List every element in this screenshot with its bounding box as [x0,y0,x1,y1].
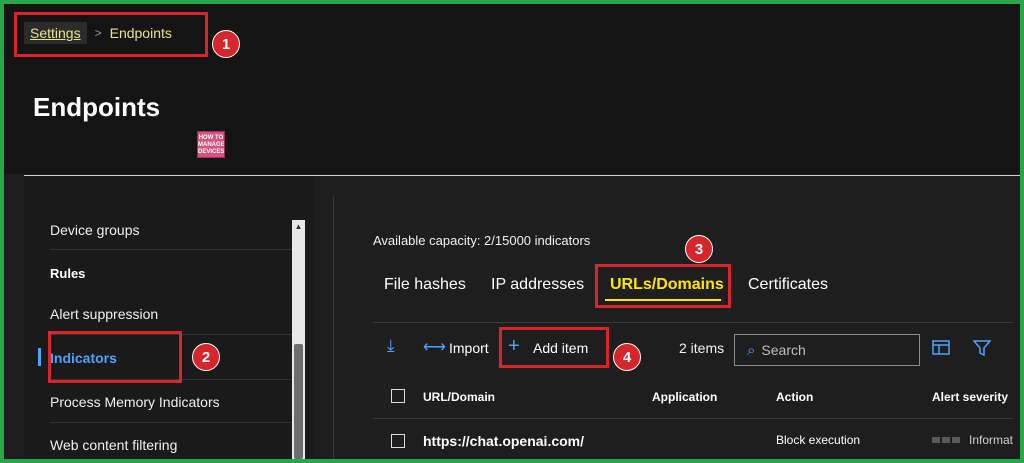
filter-icon[interactable] [973,340,991,356]
column-header-application[interactable]: Application [652,390,717,404]
annotation-badge-3: 3 [685,235,713,263]
items-count: 2 items [679,340,725,356]
column-header-url-domain[interactable]: URL/Domain [423,390,495,404]
search-input[interactable]: ⌕ Search [734,334,920,366]
tab-file-hashes[interactable]: File hashes [384,276,466,294]
tab-certificates[interactable]: Certificates [748,276,828,294]
active-indicator [38,348,41,366]
tab-ip-addresses[interactable]: IP addresses [491,276,584,294]
import-icon[interactable]: ⟷ [423,337,446,357]
callout-urls-domains [595,264,731,308]
cell-severity: Informat [969,433,1014,447]
panel-divider [333,196,334,459]
select-all-checkbox[interactable] [391,389,405,403]
capacity-text: Available capacity: 2/15000 indicators [373,233,591,248]
divider [373,418,1013,419]
search-icon: ⌕ [747,341,756,359]
divider [50,422,296,423]
row-checkbox[interactable] [391,434,405,448]
cell-action: Block execution [776,433,861,447]
sidebar-item-process-memory-indicators[interactable]: Process Memory Indicators [50,394,300,410]
callout-breadcrumb [14,12,208,57]
sidebar-scrollbar[interactable]: ▲ [292,220,305,459]
sidebar-section-rules: Rules [50,266,86,281]
callout-add-item [499,327,609,368]
sidebar-item-alert-suppression[interactable]: Alert suppression [50,306,300,322]
scroll-thumb[interactable] [294,344,303,459]
column-header-alert-severity[interactable]: Alert severity [932,390,1008,404]
divider [50,249,296,250]
severity-indicator-icon [932,437,960,443]
brand-logo: HOW TO MANAGE DEVICES [197,131,225,158]
column-header-action[interactable]: Action [776,390,813,404]
sidebar-item-device-groups[interactable]: Device groups [50,222,300,238]
annotation-badge-1: 1 [212,30,240,58]
annotation-badge-2: 2 [192,343,220,371]
customize-columns-icon[interactable] [932,340,950,356]
scroll-up-icon[interactable]: ▲ [292,220,305,234]
divider [373,322,1013,323]
sidebar: Device groups Rules Alert suppression In… [24,176,314,459]
sidebar-item-web-content-filtering[interactable]: Web content filtering [50,437,300,453]
search-placeholder: Search [761,342,806,358]
annotation-badge-4: 4 [613,343,641,371]
cell-url[interactable]: https://chat.openai.com/ [423,433,584,449]
import-button[interactable]: Import [449,340,489,356]
callout-indicators [48,331,182,383]
page-title: Endpoints [33,92,161,122]
export-icon[interactable]: ⤓ [387,336,395,356]
